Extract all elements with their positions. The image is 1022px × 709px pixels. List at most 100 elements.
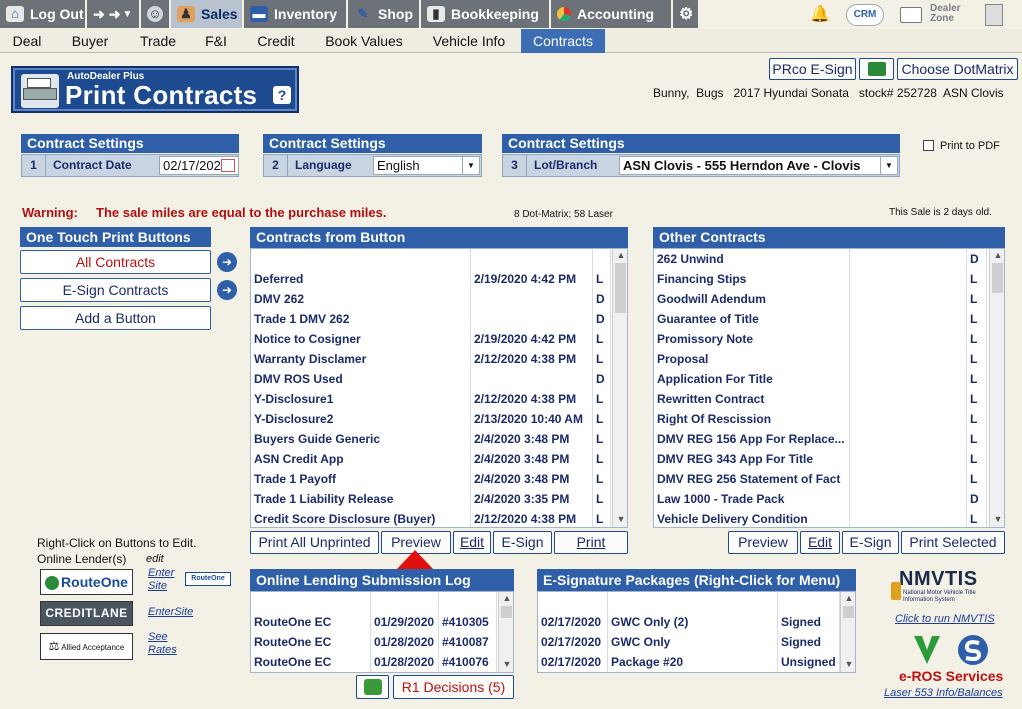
car-icon: ▬ — [250, 6, 268, 22]
print-all-unprinted-button[interactable]: Print All Unprinted — [250, 531, 379, 554]
scrollbar[interactable]: ▲ ▼ — [612, 249, 627, 527]
tab-sales[interactable]: ♟ Sales — [171, 0, 244, 28]
see-rates-link[interactable]: See Rates — [148, 631, 180, 657]
routeone-logo[interactable]: RouteOne — [40, 569, 133, 595]
chevron-down-icon[interactable]: ▼ — [613, 513, 627, 525]
chevron-up-icon[interactable]: ▲ — [499, 592, 513, 604]
right-click-hint: Right-Click on Buttons to Edit. — [37, 536, 197, 550]
chevron-down-icon[interactable]: ▼ — [499, 658, 513, 670]
lenders-edit-link[interactable]: edit — [146, 553, 164, 565]
esign-packages-list[interactable]: 02/19/2020 Watermarked #1 Signed 02/17/2020… — [537, 591, 856, 673]
history-nav[interactable]: ➜ ➜ ▼ — [87, 0, 141, 28]
eros-s-icon — [957, 634, 989, 666]
other-contracts-list[interactable]: 262 Unwind D Financing Stips L Goodwill Aden… — [653, 248, 1005, 528]
face-icon-button[interactable]: ☺ — [141, 0, 171, 28]
help-icon[interactable]: ? — [273, 86, 291, 104]
r1-decisions-button[interactable]: R1 Decisions (5) — [393, 675, 514, 699]
chevron-up-icon[interactable]: ▲ — [841, 592, 855, 604]
run-nmvtis-link[interactable]: Click to run NMVTIS — [895, 613, 995, 625]
cell: 2/12/2020 4:38 PM — [471, 509, 593, 527]
subtab-deal[interactable]: Deal — [0, 29, 54, 53]
scrollbar[interactable]: ▲ ▼ — [989, 249, 1004, 527]
routeone-small-logo[interactable]: RouteOne — [185, 572, 231, 586]
cell: 02/17/2020 — [538, 652, 608, 672]
routeone-enter-site-link[interactable]: Enter Site — [148, 567, 180, 593]
scrollbar-thumb[interactable] — [615, 263, 626, 313]
subtab-buyer[interactable]: Buyer — [54, 29, 126, 53]
lending-log-list[interactable]: RouteOne EC 02/06/2020 #414241 RouteOne EC 0… — [250, 591, 514, 673]
allied-acceptance-logo[interactable]: ⚖ Allied Acceptance — [40, 633, 133, 660]
all-contracts-button[interactable]: All Contracts — [20, 250, 211, 274]
other-esign-button[interactable]: E-Sign — [842, 531, 899, 554]
cell: Trade 1 Payoff — [251, 469, 471, 489]
bell-icon[interactable]: 🔔 — [810, 4, 830, 26]
scrollbar-thumb[interactable] — [843, 606, 854, 618]
chevron-up-icon[interactable]: ▲ — [613, 249, 627, 261]
other-edit-button[interactable]: Edit — [800, 531, 840, 554]
scrollbar-thumb[interactable] — [992, 263, 1003, 293]
arrow-right-icon[interactable]: ➜ — [217, 252, 237, 272]
arrow-right-icon[interactable]: ➜ — [217, 280, 237, 300]
calendar-icon[interactable] — [221, 159, 235, 172]
contracts-from-button-list[interactable]: Arbitration Addendum 2/19/2020 4:42 PM L De… — [250, 248, 628, 528]
print-button[interactable]: Print — [554, 531, 628, 554]
print-to-pdf-checkbox[interactable] — [923, 140, 934, 151]
salesperson-icon: ♟ — [177, 6, 195, 22]
dealer-zone-button[interactable]: Dealer Zone — [900, 4, 966, 26]
chevron-down-icon[interactable]: ▼ — [841, 658, 855, 670]
contract-date-row: 1 Contract Date 02/17/2020 — [21, 154, 239, 177]
creditlane-logo[interactable]: CREDITLANE — [40, 601, 133, 626]
cell: L — [967, 389, 987, 409]
subtab-fi[interactable]: F&I — [190, 29, 242, 53]
laser-info-link[interactable]: Laser 553 Info/Balances — [884, 687, 1003, 699]
other-contracts-head: Other Contracts — [653, 227, 1005, 248]
chevron-down-icon[interactable]: ▼ — [462, 156, 480, 175]
edit-button[interactable]: Edit — [453, 531, 491, 554]
tab-accounting[interactable]: Accounting — [551, 0, 673, 28]
cell: L — [967, 349, 987, 369]
prco-esign-button[interactable]: PRco E-Sign — [769, 58, 856, 80]
scrollbar-thumb[interactable] — [501, 606, 512, 618]
settings-button[interactable]: ⚙ — [673, 0, 700, 28]
cell: #410305 — [439, 612, 497, 632]
subtab-contracts[interactable]: Contracts — [521, 29, 605, 53]
language-select[interactable]: English — [373, 156, 463, 175]
subtab-book-values[interactable]: Book Values — [310, 29, 418, 53]
calculator-icon[interactable] — [985, 4, 1003, 26]
subtab-vehicle-info[interactable]: Vehicle Info — [418, 29, 520, 53]
back-arrow-icon[interactable]: ➜ — [93, 6, 105, 23]
subtab-trade[interactable]: Trade — [126, 29, 190, 53]
forward-arrow-icon[interactable]: ➜ — [109, 6, 121, 23]
tab-shop[interactable]: ✎ Shop — [348, 0, 421, 28]
esign-packages-head: E-Signature Packages (Right-Click for Me… — [537, 569, 856, 591]
chevron-down-icon[interactable]: ▼ — [990, 513, 1004, 525]
subtab-credit[interactable]: Credit — [242, 29, 310, 53]
cell — [850, 509, 967, 527]
scrollbar[interactable]: ▲ ▼ — [840, 592, 855, 672]
creditlane-enter-site-link[interactable]: EnterSite — [148, 606, 193, 618]
chevron-down-icon[interactable]: ▼ — [880, 156, 898, 175]
other-preview-button[interactable]: Preview — [728, 531, 798, 554]
esign-button[interactable]: E-Sign — [493, 531, 552, 554]
cell — [850, 409, 967, 429]
cell: L — [967, 269, 987, 289]
refresh-button[interactable] — [356, 675, 389, 699]
scrollbar[interactable]: ▲ ▼ — [498, 592, 513, 672]
crm-button[interactable]: CRM — [846, 4, 884, 26]
contract-date-label: Contract Date — [53, 158, 132, 172]
folder-button[interactable] — [859, 58, 894, 80]
tab-inventory[interactable]: ▬ Inventory — [244, 0, 348, 28]
nmvtis-logo[interactable]: NMVTIS National Motor Vehicle Title Info… — [891, 568, 997, 608]
add-button-button[interactable]: Add a Button — [20, 306, 211, 330]
choose-dotmatrix-button[interactable]: Choose DotMatrix — [897, 58, 1018, 80]
logout-button[interactable]: ⌂ Log Out — [0, 0, 87, 28]
setting-number: 2 — [264, 155, 288, 176]
esign-contracts-button[interactable]: E-Sign Contracts — [20, 278, 211, 302]
print-selected-button[interactable]: Print Selected — [901, 531, 1005, 554]
lot-branch-select[interactable]: ASN Clovis - 555 Herndon Ave - Clovis — [619, 156, 881, 175]
tab-bookkeeping[interactable]: ▮ Bookkeeping — [421, 0, 551, 28]
routeone-label: RouteOne — [61, 574, 128, 590]
chevron-up-icon[interactable]: ▲ — [990, 249, 1004, 261]
chevron-down-icon[interactable]: ▼ — [122, 9, 132, 20]
cell: #414241 — [439, 592, 497, 612]
